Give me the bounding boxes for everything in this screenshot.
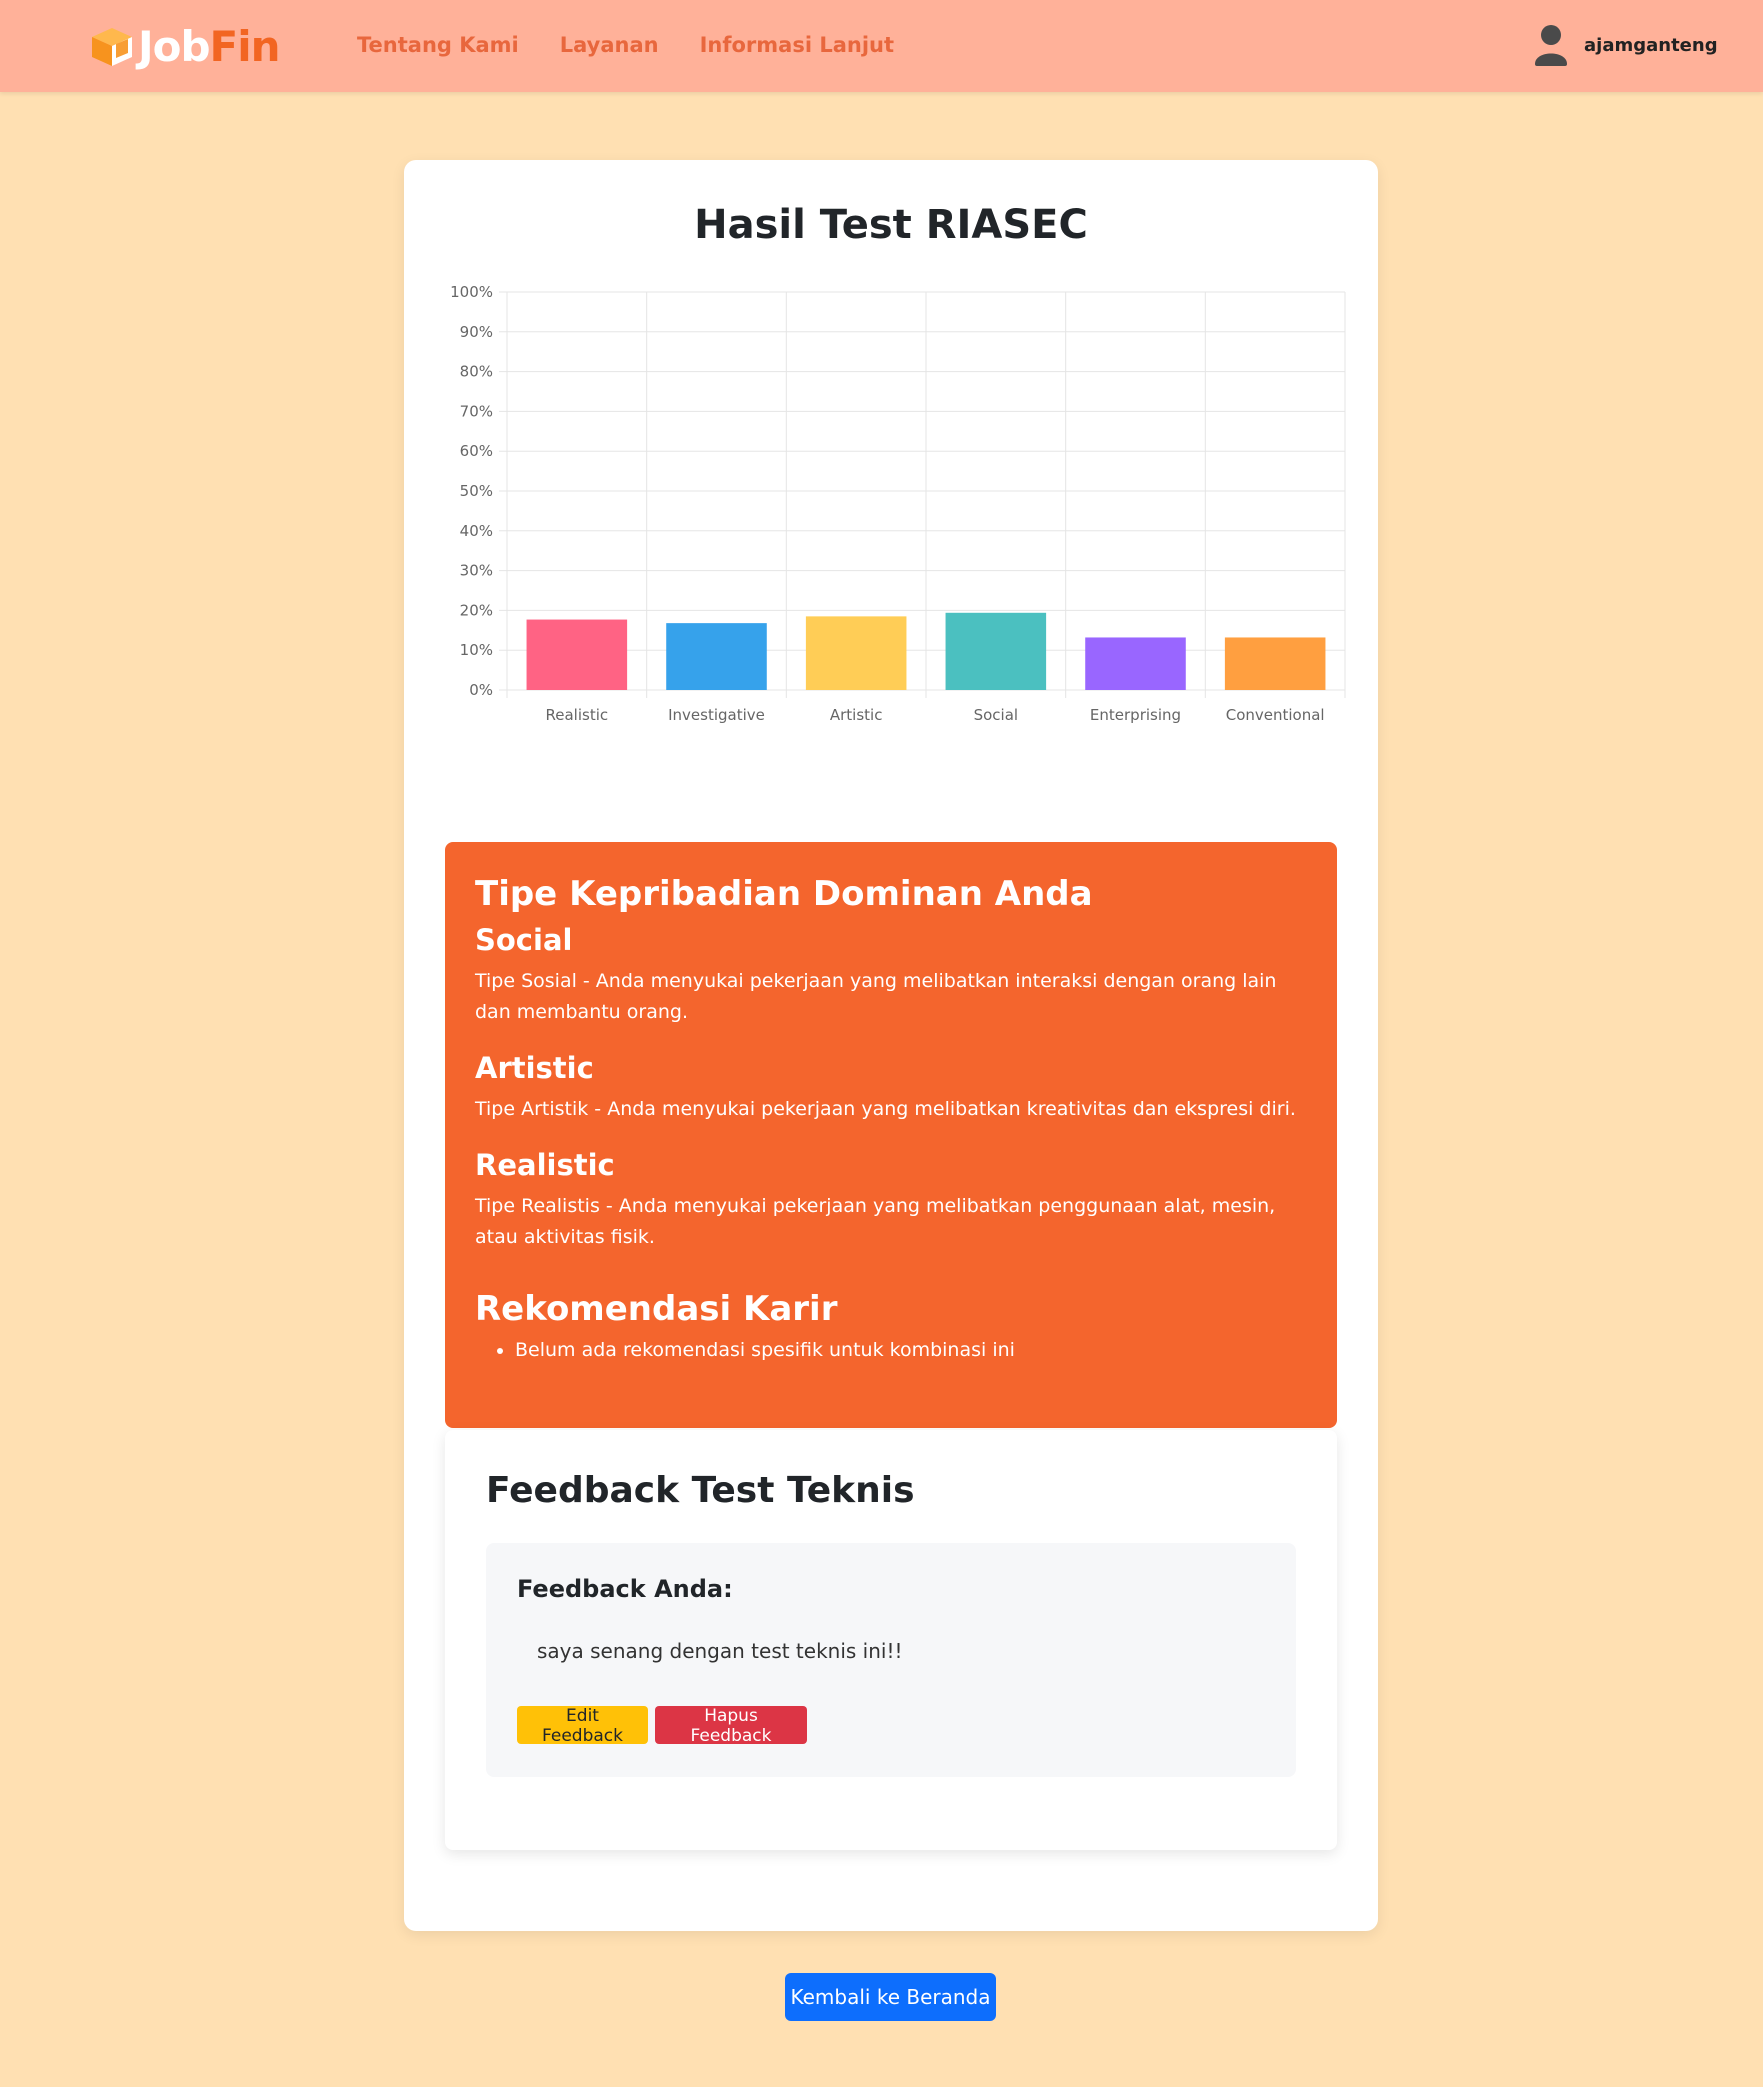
delete-feedback-button[interactable]: Hapus Feedback — [655, 1706, 807, 1746]
y-tick-label: 80% — [460, 363, 493, 381]
x-tick-label: Realistic — [546, 706, 609, 724]
y-tick-label: 10% — [460, 641, 493, 659]
feedback-card: Feedback Test Teknis Feedback Anda: saya… — [445, 1430, 1337, 1850]
x-tick-label: Investigative — [668, 706, 765, 724]
bar-conventional — [1224, 637, 1326, 690]
type-name: Artistic — [475, 1051, 594, 1085]
y-tick-label: 100% — [450, 283, 493, 301]
type-name: Realistic — [475, 1148, 615, 1182]
logo-text: JobFin — [138, 26, 281, 68]
feedback-title: Feedback Test Teknis — [486, 1470, 915, 1511]
type-description: Tipe Artistik - Anda menyukai pekerjaan … — [475, 1098, 1296, 1120]
y-tick-label: 50% — [460, 482, 493, 500]
x-tick-label: Artistic — [830, 706, 883, 724]
bar-realistic — [526, 619, 628, 690]
career-recommendation-heading: Rekomendasi Karir — [475, 1289, 838, 1329]
bar-artistic — [805, 616, 907, 690]
y-tick-label: 20% — [460, 601, 493, 619]
logo[interactable]: JobFin — [90, 26, 281, 68]
page-title: Hasil Test RIASEC — [694, 202, 1088, 248]
bar-social — [945, 612, 1047, 690]
y-tick-label: 90% — [460, 323, 493, 341]
bar-enterprising — [1085, 637, 1186, 690]
back-to-home-button[interactable]: Kembali ke Beranda — [785, 1973, 996, 2021]
bar-investigative — [666, 623, 767, 690]
career-recommendation-list: Belum ada rekomendasi spesifik untuk kom… — [515, 1335, 1307, 1366]
nav-informasi-lanjut[interactable]: Informasi Lanjut — [700, 33, 894, 57]
logo-text-fin: Fin — [209, 22, 281, 71]
x-tick-label: Social — [974, 706, 1018, 724]
y-tick-label: 0% — [469, 681, 493, 699]
y-tick-label: 30% — [460, 562, 493, 580]
x-tick-label: Conventional — [1226, 706, 1325, 724]
type-description: Tipe Realistis - Anda menyukai pekerjaan… — [475, 1195, 1276, 1248]
y-tick-label: 60% — [460, 442, 493, 460]
y-tick-label: 40% — [460, 522, 493, 540]
nav-layanan[interactable]: Layanan — [560, 33, 659, 57]
user-name: ajamganteng — [1584, 34, 1718, 56]
nav-tentang-kami[interactable]: Tentang Kami — [357, 33, 519, 57]
nav-links: Tentang Kami Layanan Informasi Lanjut — [357, 33, 935, 57]
type-description: Tipe Sosial - Anda menyukai pekerjaan ya… — [475, 970, 1277, 1023]
user-icon — [1535, 25, 1567, 66]
feedback-box: Feedback Anda: saya senang dengan test t… — [486, 1543, 1296, 1777]
cube-icon — [92, 28, 132, 66]
result-card: Hasil Test RIASEC 0% 10% 20% 30% 40% 50% 60% 70… — [404, 160, 1378, 1931]
riasec-bar-chart: 0% 10% 20% 30% 40% 50% 60% 70% 80% 90% 100% Realist… — [450, 283, 1346, 724]
personality-heading: Tipe Kepribadian Dominan Anda — [475, 874, 1093, 914]
personality-panel: Tipe Kepribadian Dominan Anda Social Tip… — [445, 842, 1337, 1428]
feedback-label: Feedback Anda: — [517, 1575, 733, 1603]
edit-feedback-button[interactable]: Edit Feedback — [517, 1706, 648, 1746]
y-tick-label: 70% — [460, 402, 493, 420]
list-item: Belum ada rekomendasi spesifik untuk kom… — [515, 1335, 1307, 1366]
type-name: Social — [475, 923, 573, 957]
x-tick-label: Enterprising — [1090, 706, 1181, 724]
user-menu[interactable]: ajamganteng — [1533, 24, 1718, 66]
navbar: JobFin Tentang Kami Layanan Informasi La… — [0, 0, 1763, 92]
logo-text-job: Job — [138, 22, 211, 71]
feedback-text: saya senang dengan test teknis ini!! — [537, 1639, 903, 1663]
